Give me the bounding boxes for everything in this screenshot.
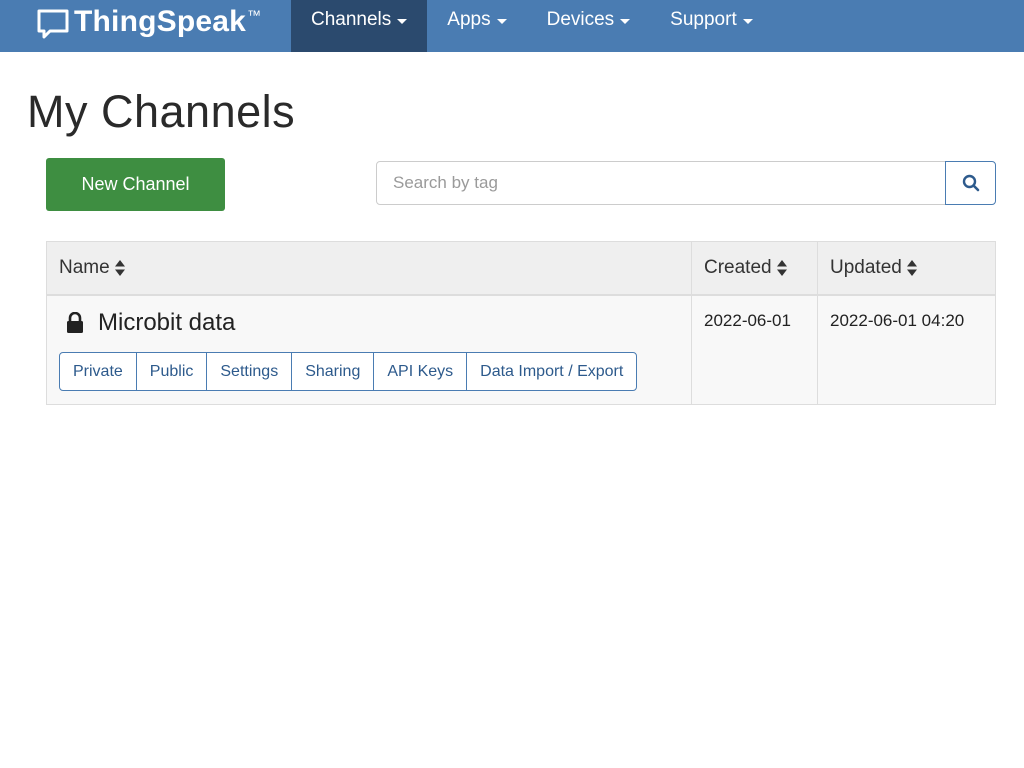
column-header-name[interactable]: Name	[47, 242, 692, 294]
column-header-updated[interactable]: Updated	[818, 242, 995, 294]
nav-support-label: Support	[670, 9, 737, 30]
channels-table: Name Created Updated Microbit data Priva…	[46, 241, 996, 405]
channel-actions: Private Public Settings Sharing API Keys…	[59, 352, 691, 391]
channel-name-link[interactable]: Microbit data	[98, 309, 235, 337]
created-cell: 2022-06-01	[692, 296, 818, 404]
channel-name-cell: Microbit data Private Public Settings Sh…	[47, 296, 692, 404]
column-header-created[interactable]: Created	[692, 242, 818, 294]
top-navbar: ThingSpeak™ Channels Apps Devices Suppor…	[0, 0, 1024, 52]
nav-channels-label: Channels	[311, 9, 392, 30]
nav-apps-label: Apps	[447, 9, 491, 30]
search-tag-input[interactable]	[376, 161, 946, 205]
sharing-button[interactable]: Sharing	[291, 352, 375, 391]
column-header-updated-label: Updated	[830, 257, 902, 278]
search-button[interactable]	[945, 161, 996, 205]
caret-down-icon	[620, 18, 631, 24]
api-keys-button[interactable]: API Keys	[373, 352, 468, 391]
data-import-export-button[interactable]: Data Import / Export	[466, 352, 638, 391]
brand-logo[interactable]: ThingSpeak™	[0, 0, 291, 52]
nav-channels[interactable]: Channels	[291, 0, 428, 52]
nav-devices[interactable]: Devices	[527, 0, 651, 52]
column-header-name-label: Name	[59, 257, 110, 278]
nav-devices-label: Devices	[546, 9, 615, 30]
search-icon	[962, 174, 979, 192]
updated-cell: 2022-06-01 04:20	[830, 311, 965, 330]
table-header: Name Created Updated	[47, 242, 995, 296]
nav-support[interactable]: Support	[650, 0, 773, 52]
column-header-created-label: Created	[704, 257, 772, 278]
private-view-button[interactable]: Private	[59, 352, 137, 391]
caret-down-icon	[496, 18, 507, 24]
page-title: My Channels	[27, 86, 296, 137]
speech-bubble-icon	[37, 9, 69, 39]
public-view-button[interactable]: Public	[135, 352, 208, 391]
new-channel-button[interactable]: New Channel	[46, 158, 225, 211]
brand-name: ThingSpeak™	[74, 5, 262, 38]
sort-icon	[906, 260, 917, 276]
channel-title: Microbit data	[66, 309, 691, 337]
settings-button[interactable]: Settings	[206, 352, 293, 391]
lock-icon	[67, 312, 83, 333]
nav-apps[interactable]: Apps	[427, 0, 526, 52]
table-row: Microbit data Private Public Settings Sh…	[47, 296, 995, 404]
sort-icon	[776, 260, 787, 276]
sort-icon	[114, 260, 125, 276]
caret-down-icon	[397, 18, 408, 24]
caret-down-icon	[742, 18, 753, 24]
